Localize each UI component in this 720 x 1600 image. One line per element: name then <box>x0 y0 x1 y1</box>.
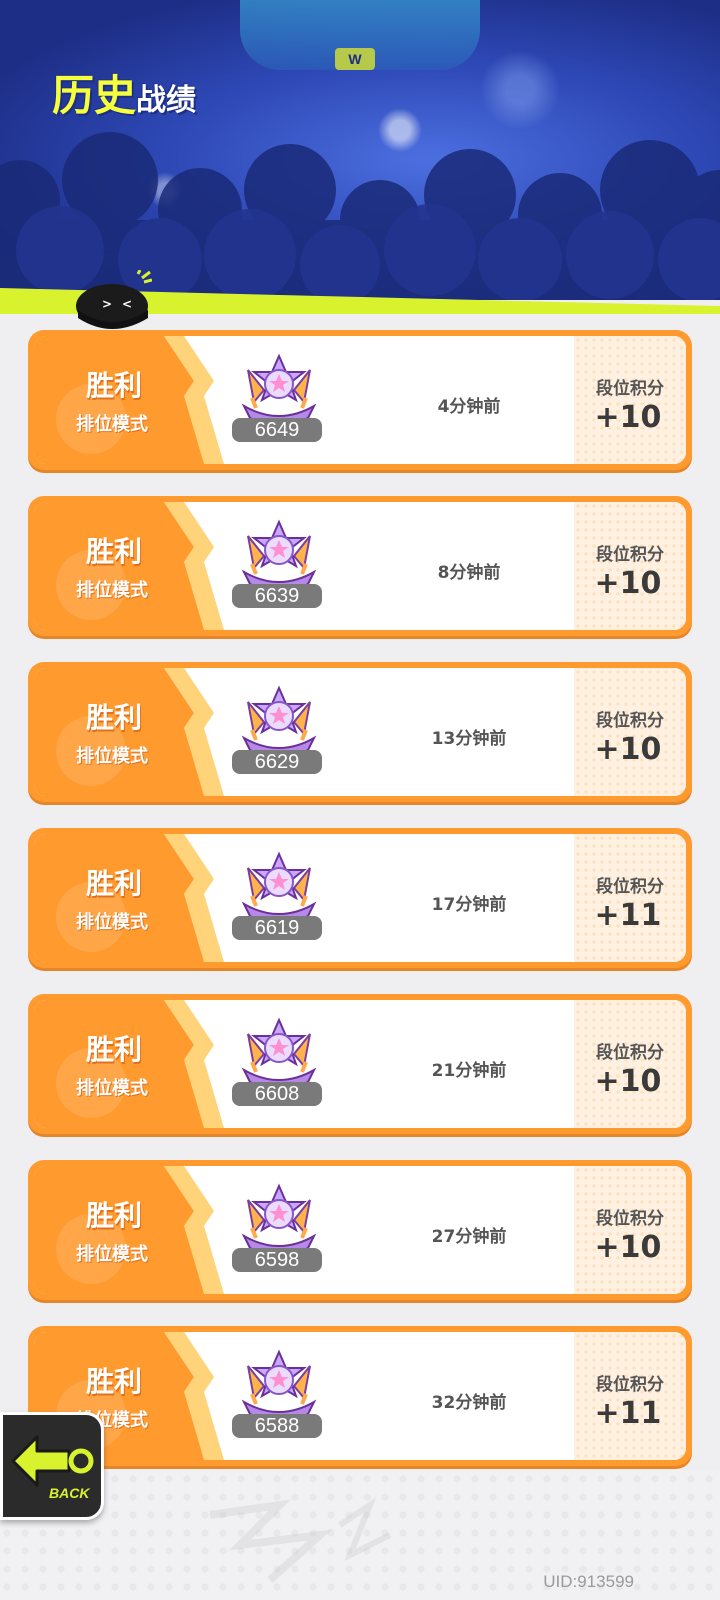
points-value: +10 <box>594 566 662 601</box>
stage-sign: W <box>335 48 375 70</box>
match-card[interactable]: 胜利 排位模式 6598 27分钟前 段位积分 +10 <box>28 1160 692 1300</box>
points-label: 段位积分 <box>596 711 664 731</box>
back-arrow-icon <box>11 1435 94 1487</box>
match-result: 胜利 <box>85 1199 142 1232</box>
match-time: 4分钟前 <box>437 397 501 417</box>
svg-text:>: > <box>102 297 112 311</box>
match-card-body: 胜利 排位模式 6608 21分钟前 段位积分 +10 <box>34 1000 686 1128</box>
points-label: 段位积分 <box>596 545 664 565</box>
rank-badge-icon <box>241 1017 317 1090</box>
rank-badge-icon <box>241 353 317 426</box>
back-button[interactable]: BACK <box>0 1412 104 1520</box>
match-mode: 排位模式 <box>76 1244 148 1265</box>
back-button-label: BACK <box>49 1485 90 1501</box>
match-result: 胜利 <box>85 369 142 402</box>
points-label: 段位积分 <box>596 379 664 399</box>
match-mode: 排位模式 <box>76 746 148 767</box>
svg-text:<: < <box>122 297 132 311</box>
rank-score: 6588 <box>232 1414 322 1438</box>
match-result: 胜利 <box>85 701 142 734</box>
match-card-body: 胜利 排位模式 6619 17分钟前 段位积分 +11 <box>34 834 686 962</box>
match-mode: 排位模式 <box>76 1078 148 1099</box>
match-card[interactable]: 胜利 排位模式 6588 32分钟前 段位积分 +11 <box>28 1326 692 1466</box>
match-card-body: 胜利 排位模式 6649 4分钟前 段位积分 +10 <box>34 336 686 464</box>
match-card[interactable]: 胜利 排位模式 6629 13分钟前 段位积分 +10 <box>28 662 692 802</box>
match-result: 胜利 <box>85 867 142 900</box>
points-label: 段位积分 <box>596 1375 664 1395</box>
rank-score: 6629 <box>232 750 322 774</box>
match-card-body: 胜利 排位模式 6598 27分钟前 段位积分 +10 <box>34 1166 686 1294</box>
mascot-icon: > < <box>76 270 152 329</box>
rank-score: 6598 <box>232 1248 322 1272</box>
match-time: 32分钟前 <box>431 1393 507 1413</box>
match-card-body: 胜利 排位模式 6629 13分钟前 段位积分 +10 <box>34 668 686 796</box>
match-card[interactable]: 胜利 排位模式 6608 21分钟前 段位积分 +10 <box>28 994 692 1134</box>
points-label: 段位积分 <box>596 1043 664 1063</box>
match-mode: 排位模式 <box>76 414 148 435</box>
rank-badge-icon <box>241 1349 317 1422</box>
match-card[interactable]: 胜利 排位模式 6649 4分钟前 段位积分 +10 <box>28 330 692 470</box>
page-title: 历史战绩 <box>52 62 196 123</box>
points-value: +10 <box>594 732 662 767</box>
points-value: +10 <box>594 1230 662 1265</box>
user-id-label: UID:913599 <box>543 1572 634 1591</box>
points-label: 段位积分 <box>596 877 664 897</box>
match-result: 胜利 <box>85 1033 142 1066</box>
decorative-scribble <box>209 1497 392 1583</box>
match-history-list[interactable]: 胜利 排位模式 6649 4分钟前 段位积分 +10 胜利 排位模式 6639 … <box>0 330 720 1470</box>
match-time: 17分钟前 <box>431 895 507 915</box>
match-card-body: 胜利 排位模式 6639 8分钟前 段位积分 +10 <box>34 502 686 630</box>
match-time: 27分钟前 <box>431 1227 507 1247</box>
rank-score: 6649 <box>232 418 322 442</box>
match-card[interactable]: 胜利 排位模式 6639 8分钟前 段位积分 +10 <box>28 496 692 636</box>
points-value: +10 <box>594 1064 662 1099</box>
match-card-body: 胜利 排位模式 6588 32分钟前 段位积分 +11 <box>34 1332 686 1460</box>
points-value: +10 <box>594 400 662 435</box>
rank-score: 6639 <box>232 584 322 608</box>
rank-badge-icon <box>241 519 317 592</box>
page-title-main: 历史 <box>52 71 137 120</box>
rank-badge-icon <box>241 1183 317 1256</box>
match-card[interactable]: 胜利 排位模式 6619 17分钟前 段位积分 +11 <box>28 828 692 968</box>
match-mode: 排位模式 <box>76 912 148 933</box>
rank-score: 6608 <box>232 1082 322 1106</box>
match-time: 13分钟前 <box>431 729 507 749</box>
match-time: 21分钟前 <box>431 1061 507 1081</box>
match-time: 8分钟前 <box>437 563 501 583</box>
match-result: 胜利 <box>85 535 142 568</box>
points-label: 段位积分 <box>596 1209 664 1229</box>
rank-badge-icon <box>241 851 317 924</box>
header-banner: W 历史战绩 <box>0 0 720 300</box>
points-value: +11 <box>594 898 662 933</box>
rank-score: 6619 <box>232 916 322 940</box>
points-value: +11 <box>594 1396 662 1431</box>
page-title-sub: 战绩 <box>136 83 197 118</box>
match-result: 胜利 <box>85 1365 142 1398</box>
match-mode: 排位模式 <box>76 580 148 601</box>
rank-badge-icon <box>241 685 317 758</box>
